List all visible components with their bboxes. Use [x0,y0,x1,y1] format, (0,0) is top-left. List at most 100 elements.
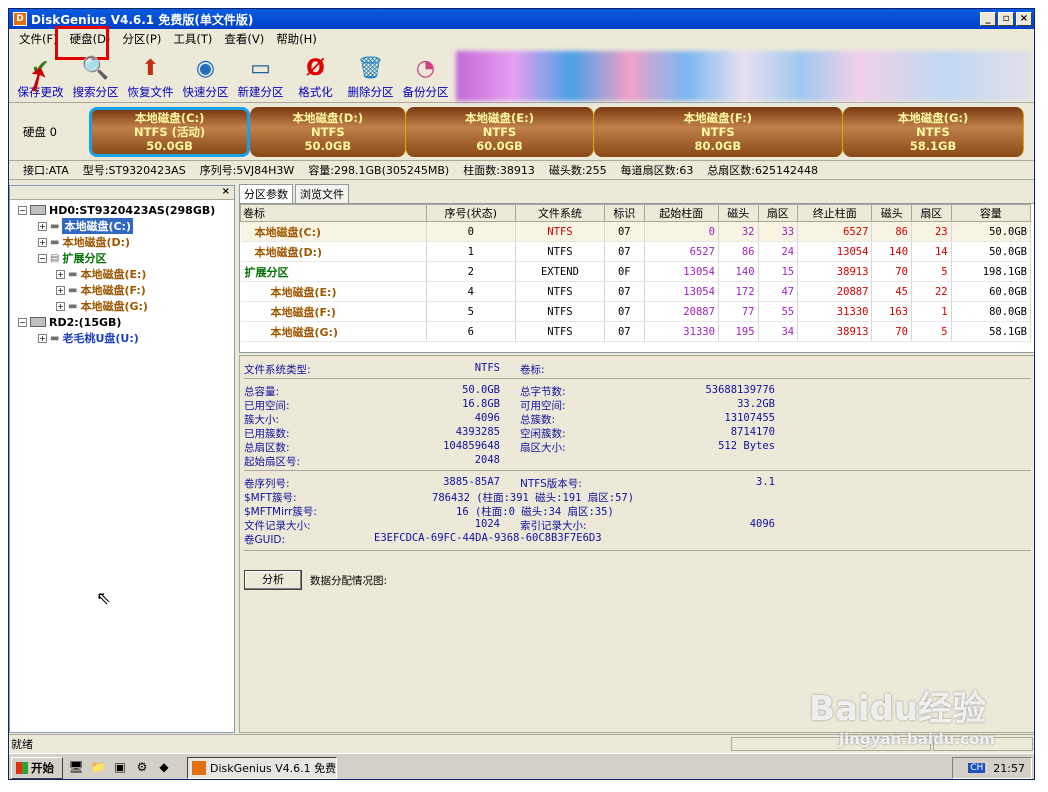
tree-node-e[interactable]: + ▬ 本地磁盘(E:) [10,266,234,282]
table-row[interactable]: 本地磁盘(D:) 1 NTFS 07 6527 86 24 13054 140 … [240,241,1032,262]
backup-icon: ◔ [415,56,436,81]
disk-cylinders: 柱面数:38913 [463,164,535,177]
restore-files-button[interactable]: ⬆ 恢复文件 [123,50,178,102]
disk-label: 硬盘 0 [23,124,57,139]
extended-partition-icon: ▤ [50,252,60,264]
tab-browse-files[interactable]: 浏览文件 [295,184,349,203]
partition-icon: ▬ [68,300,78,312]
partition-segment-f[interactable]: 本地磁盘(F:) NTFS 80.0GB [593,106,843,157]
backup-partition-button[interactable]: ◔ 备份分区 [398,50,453,102]
baidu-watermark: Baidu经验 jingyan.baidu.com [809,689,995,748]
search-icon: 🔍 [81,56,110,81]
col-start-head[interactable]: 磁头 [717,204,759,222]
partition-segment-d[interactable]: 本地磁盘(D:) NTFS 50.0GB [250,106,407,157]
close-button[interactable]: × [1016,12,1032,26]
partition-segment-c[interactable]: 本地磁盘(C:) NTFS (活动) 50.0GB [89,106,251,157]
tree-node-extended[interactable]: − ▤ 扩展分区 [10,250,234,266]
tree-node-g[interactable]: + ▬ 本地磁盘(G:) [10,298,234,314]
menu-bar: 文件(F) 硬盘(D) 分区(P) 工具(T) 查看(V) 帮助(H) [9,29,1034,49]
disk-interface: 接口:ATA [23,164,69,177]
col-id[interactable]: 标识 [604,204,645,222]
restore-icon: ⬆ [141,56,160,81]
tree-node-d[interactable]: + ▬ 本地磁盘(D:) [10,234,234,250]
tree-node-u[interactable]: + ▬ 老毛桃U盘(U:) [10,330,234,346]
title-bar: D DiskGenius V4.6.1 免费版(单文件版) _ ▫ × [9,9,1034,29]
expand-icon[interactable]: + [56,285,65,295]
disk-serial: 序列号:5VJ84H3W [199,164,295,177]
delete-partition-button[interactable]: 🗑 删除分区 [343,50,398,102]
minimize-button[interactable]: _ [980,12,996,26]
partition-segment-g[interactable]: 本地磁盘(G:) NTFS 58.1GB [842,106,1024,157]
tree-node-hd0[interactable]: − HD0:ST9320423AS(298GB) [10,202,234,218]
tree-node-rd2[interactable]: − RD2:(15GB) [10,314,234,330]
menu-view[interactable]: 查看(V) [218,31,270,47]
app-icon [192,760,206,775]
menu-partition[interactable]: 分区(P) [116,31,167,47]
col-capacity[interactable]: 容量 [950,204,1032,222]
col-label[interactable]: 卷标 [240,204,427,222]
quick-partition-button[interactable]: ◉ 快速分区 [178,50,233,102]
new-partition-icon: ▭ [250,56,271,81]
col-index[interactable]: 序号(状态) [425,204,516,222]
expand-icon[interactable]: + [56,301,65,311]
tree-node-c[interactable]: + ▬ 本地磁盘(C:) [10,218,234,234]
disk-total-sectors: 总扇区数:625142448 [707,164,819,177]
expand-icon[interactable]: + [38,237,47,247]
maximize-button[interactable]: ▫ [998,12,1014,26]
format-icon: Ø [306,56,325,81]
tab-strip: 分区参数 浏览文件 [239,184,1034,203]
col-start-cyl[interactable]: 起始柱面 [643,204,719,222]
expand-icon[interactable]: + [56,269,65,279]
partition-segment-e[interactable]: 本地磁盘(E:) NTFS 60.0GB [406,106,594,157]
delete-icon: 🗑 [356,56,385,81]
collapse-icon[interactable]: − [38,253,47,263]
quicklaunch-eraser-icon[interactable]: ◆ [155,760,173,776]
col-fs[interactable]: 文件系统 [514,204,606,222]
disk-icon [30,205,46,215]
partition-details: 文件系统类型: NTFS 卷标: 总容量: 50.0GB 总字节数: 53688… [239,355,1034,733]
partition-table: 卷标 序号(状态) 文件系统 标识 起始柱面 磁头 扇区 终止柱面 磁头 扇区 … [239,203,1034,353]
tree-close-icon[interactable]: × [10,186,234,200]
col-end-sector[interactable]: 扇区 [911,204,952,222]
menu-help[interactable]: 帮助(H) [270,31,323,47]
expand-icon[interactable]: + [38,333,47,343]
partition-bar: 本地磁盘(C:) NTFS (活动) 50.0GB 本地磁盘(D:) NTFS 50.0… [89,106,1024,157]
table-row[interactable]: 本地磁盘(F:) 5 NTFS 07 20887 77 55 31330 163… [240,301,1032,322]
analyze-button[interactable]: 分析 [244,570,302,590]
partition-icon: ▬ [50,220,60,232]
table-row[interactable]: 本地磁盘(E:) 4 NTFS 07 13054 172 47 20887 45… [240,281,1032,302]
disk-map-bar: 硬盘 0 本地磁盘(C:) NTFS (活动) 50.0GB 本地磁盘(D:) NTF… [9,103,1034,161]
quicklaunch-tool-icon[interactable]: ⚙ [133,760,151,776]
taskbar-item-diskgenius[interactable]: DiskGenius V4.6.1 免费... [187,756,337,779]
start-button[interactable]: 开始 [11,756,63,779]
disk-heads: 磁头数:255 [548,164,607,177]
search-partition-button[interactable]: 🔍 搜索分区 [68,50,123,102]
quicklaunch-desktop-icon[interactable]: 🖥 [67,760,85,776]
collapse-icon[interactable]: − [18,205,27,215]
tab-partition-params[interactable]: 分区参数 [239,184,293,203]
usb-partition-icon: ▬ [50,332,60,344]
disk-sectors-per-track: 每道扇区数:63 [620,164,694,177]
table-row[interactable]: 本地磁盘(G:) 6 NTFS 07 31330 195 34 38913 70… [240,321,1032,342]
expand-icon[interactable]: + [38,221,47,231]
collapse-icon[interactable]: − [18,317,27,327]
table-row[interactable]: 本地磁盘(C:) 0 NTFS 07 0 32 33 6527 86 23 50… [240,221,1032,242]
partition-icon: ▬ [68,268,78,280]
col-start-sector[interactable]: 扇区 [757,204,799,222]
new-partition-button[interactable]: ▭ 新建分区 [233,50,288,102]
tree-node-f[interactable]: + ▬ 本地磁盘(F:) [10,282,234,298]
disk-info-line: 接口:ATA 型号:ST9320423AS 序列号:5VJ84H3W 容量:29… [9,161,1034,180]
format-button[interactable]: Ø 格式化 [288,50,343,102]
quick-partition-icon: ◉ [195,56,216,81]
col-end-head[interactable]: 磁头 [871,204,913,222]
menu-tools[interactable]: 工具(T) [167,31,218,47]
partition-icon: ▬ [50,236,60,248]
partition-icon: ▬ [68,284,78,296]
disk-capacity: 容量:298.1GB(305245MB) [308,164,450,177]
quicklaunch-folder-icon[interactable]: 📁 [89,760,107,776]
col-end-cyl[interactable]: 终止柱面 [797,204,873,222]
disk-icon [30,317,46,327]
quicklaunch-window-icon[interactable]: ▣ [111,760,129,776]
disk-tree-pane: × − HD0:ST9320423AS(298GB) + ▬ 本地磁盘(C:) + ▬ 本… [9,185,235,733]
table-row[interactable]: 扩展分区 2 EXTEND 0F 13054 140 15 38913 70 5… [240,261,1032,282]
